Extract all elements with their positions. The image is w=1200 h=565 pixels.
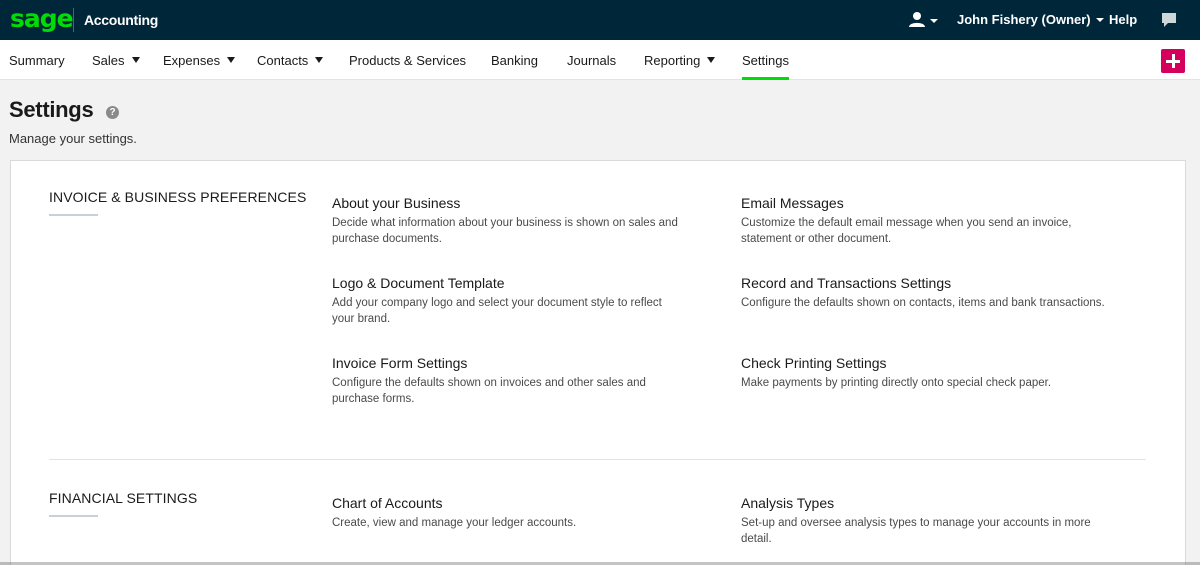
email-messages-link[interactable]: Email Messages (741, 195, 844, 211)
about-business-desc: Decide what information about your busin… (332, 217, 678, 245)
logo-template-link[interactable]: Logo & Document Template (332, 275, 505, 291)
chart-of-accounts-desc: Create, view and manage your ledger acco… (332, 517, 577, 529)
nav-products-services[interactable]: Products & Services (349, 40, 466, 80)
help-icon[interactable]: ? (106, 106, 119, 119)
caret-down-icon (227, 57, 236, 63)
nav-reporting[interactable]: Reporting (644, 40, 716, 80)
main-nav: Summary Sales Expenses Contacts Products… (0, 40, 1200, 80)
user-name-label: John Fishery (Owner) (957, 12, 1091, 27)
caret-down-icon (131, 57, 140, 63)
nav-settings[interactable]: Settings (742, 40, 789, 80)
nav-label: Expenses (163, 52, 221, 68)
sage-logo[interactable]: sage (10, 6, 74, 32)
check-printing-link[interactable]: Check Printing Settings (741, 355, 887, 371)
about-business-link[interactable]: About your Business (332, 195, 460, 211)
nav-label: Settings (742, 52, 789, 68)
nav-label: Reporting (644, 52, 701, 68)
analysis-types-link[interactable]: Analysis Types (741, 495, 834, 511)
user-account-menu[interactable]: John Fishery (Owner) (957, 12, 1104, 27)
nav-banking[interactable]: Banking (491, 40, 538, 80)
quick-add-button[interactable] (1161, 49, 1185, 73)
nav-label: Summary (9, 52, 65, 68)
section-underline (49, 214, 98, 216)
section-underline (49, 515, 98, 517)
app-name: Accounting (84, 12, 158, 28)
section-divider (49, 459, 1146, 460)
analysis-types-desc: Set-up and oversee analysis types to man… (741, 517, 1091, 545)
email-messages-desc: Customize the default email message when… (741, 217, 1072, 245)
chart-of-accounts-link[interactable]: Chart of Accounts (332, 495, 443, 511)
help-link[interactable]: Help (1109, 12, 1137, 27)
nav-journals[interactable]: Journals (567, 40, 616, 80)
nav-label: Sales (92, 52, 125, 68)
logo-template-desc: Add your company logo and select your do… (332, 297, 662, 325)
section-title: INVOICE & BUSINESS PREFERENCES (49, 189, 307, 205)
topbar-divider (73, 8, 74, 32)
nav-label: Journals (567, 52, 617, 68)
nav-label: Contacts (257, 52, 309, 68)
user-menu-icon[interactable] (908, 10, 940, 30)
nav-summary[interactable]: Summary (9, 40, 65, 80)
caret-down-icon (707, 57, 716, 63)
record-transactions-link[interactable]: Record and Transactions Settings (741, 275, 951, 291)
check-printing-desc: Make payments by printing directly onto … (741, 377, 1052, 389)
caret-down-icon (315, 57, 324, 63)
page-title: Settings (9, 97, 94, 122)
section-title: FINANCIAL SETTINGS (49, 490, 198, 506)
nav-label: Products & Services (349, 52, 467, 68)
top-bar: sage Accounting John Fishery (Owner) Hel… (0, 0, 1200, 40)
chat-icon[interactable] (1160, 11, 1178, 34)
nav-contacts[interactable]: Contacts (257, 40, 324, 80)
nav-label: Banking (491, 52, 538, 68)
nav-expenses[interactable]: Expenses (163, 40, 236, 80)
chevron-down-icon (1095, 17, 1104, 22)
invoice-form-link[interactable]: Invoice Form Settings (332, 355, 467, 371)
nav-sales[interactable]: Sales (92, 40, 140, 80)
page-subtitle: Manage your settings. (9, 131, 137, 146)
record-transactions-desc: Configure the defaults shown on contacts… (741, 297, 1105, 309)
invoice-form-desc: Configure the defaults shown on invoices… (332, 377, 646, 405)
